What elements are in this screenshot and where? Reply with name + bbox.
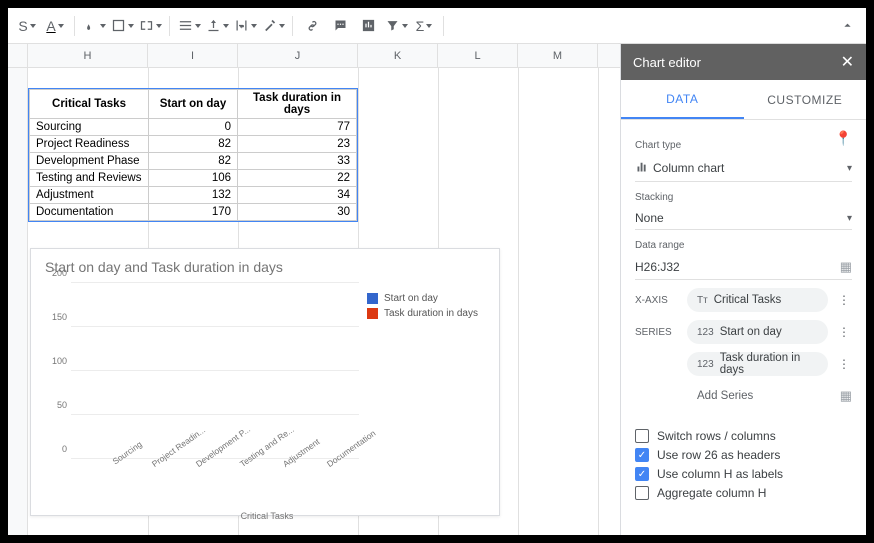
table-row[interactable]: Project Readiness8223 bbox=[30, 136, 357, 153]
chevron-down-icon: ▾ bbox=[847, 213, 852, 224]
filter-button[interactable] bbox=[383, 13, 409, 39]
strikethrough-button[interactable]: S bbox=[14, 13, 40, 39]
table-row[interactable]: Sourcing077 bbox=[30, 119, 357, 136]
panel-title: Chart editor bbox=[633, 55, 701, 70]
embedded-chart[interactable]: Start on day and Task duration in days 0… bbox=[30, 248, 500, 516]
insert-chart-button[interactable] bbox=[355, 13, 381, 39]
data-range-label: Data range bbox=[635, 240, 852, 251]
series-chip[interactable]: 123 Start on day bbox=[687, 320, 828, 344]
comment-button[interactable] bbox=[327, 13, 353, 39]
grid-icon[interactable]: ▦ bbox=[840, 259, 852, 275]
number-type-icon: 123 bbox=[697, 359, 714, 370]
switch-rows-checkbox[interactable]: Switch rows / columns bbox=[635, 429, 852, 443]
column-chart-icon bbox=[635, 159, 653, 177]
more-icon[interactable]: ⋮ bbox=[836, 357, 852, 371]
column-headers: H I J K L M bbox=[8, 44, 620, 68]
x-tick-label: Sourcing bbox=[107, 439, 161, 494]
col-head-H[interactable]: H bbox=[28, 44, 148, 67]
rotate-button[interactable] bbox=[260, 13, 286, 39]
chart-editor-panel: Chart editor ✕ DATA CUSTOMIZE Chart type… bbox=[620, 44, 866, 535]
legend-swatch bbox=[367, 293, 378, 304]
chart-legend: Start on day Task duration in days bbox=[359, 283, 489, 483]
data-range-input[interactable]: ▦ bbox=[635, 255, 852, 280]
text-color-button[interactable]: A bbox=[42, 13, 68, 39]
aggregate-checkbox[interactable]: Aggregate column H bbox=[635, 486, 852, 500]
data-table[interactable]: Critical Tasks Start on day Task duratio… bbox=[28, 88, 358, 227]
y-tick: 150 bbox=[52, 312, 67, 322]
wrap-button[interactable] bbox=[232, 13, 258, 39]
legend-swatch bbox=[367, 308, 378, 319]
use-column-labels-checkbox[interactable]: ✓Use column H as labels bbox=[635, 467, 852, 481]
more-icon[interactable]: ⋮ bbox=[836, 293, 852, 307]
y-tick: 200 bbox=[52, 268, 67, 278]
table-header: Critical Tasks bbox=[30, 90, 149, 119]
chart-type-label: Chart type bbox=[635, 140, 835, 151]
stacking-label: Stacking bbox=[635, 192, 852, 203]
chevron-down-icon: ▾ bbox=[847, 163, 852, 174]
borders-button[interactable] bbox=[109, 13, 135, 39]
col-head-I[interactable]: I bbox=[148, 44, 238, 67]
more-icon[interactable]: ⋮ bbox=[836, 325, 852, 339]
collapse-toolbar-button[interactable] bbox=[834, 13, 860, 39]
toolbar: S A Σ bbox=[8, 8, 866, 44]
table-row[interactable]: Development Phase8233 bbox=[30, 153, 357, 170]
functions-button[interactable]: Σ bbox=[411, 13, 437, 39]
y-tick: 50 bbox=[57, 400, 67, 410]
col-head-L[interactable]: L bbox=[438, 44, 518, 67]
series-chip[interactable]: 123 Task duration in days bbox=[687, 352, 828, 376]
text-type-icon: Tᴛ bbox=[697, 295, 708, 306]
table-header: Start on day bbox=[149, 90, 238, 119]
series-label: SERIES bbox=[635, 327, 679, 338]
xaxis-chip[interactable]: Tᴛ Critical Tasks bbox=[687, 288, 828, 312]
merge-button[interactable] bbox=[137, 13, 163, 39]
x-tick-label: Adjustment bbox=[281, 439, 335, 494]
y-tick: 0 bbox=[62, 444, 67, 454]
table-header: Task duration in days bbox=[238, 90, 357, 119]
align-v-button[interactable] bbox=[204, 13, 230, 39]
table-row[interactable]: Documentation17030 bbox=[30, 204, 357, 221]
chart-type-select[interactable]: Column chart ▾ bbox=[635, 155, 852, 182]
grid-icon[interactable]: ▦ bbox=[840, 388, 852, 404]
chart-title: Start on day and Task duration in days bbox=[45, 259, 489, 275]
pin-icon[interactable]: 📍 bbox=[835, 130, 852, 147]
fill-color-button[interactable] bbox=[81, 13, 107, 39]
x-tick-label: Project Readin... bbox=[150, 439, 204, 494]
use-row-headers-checkbox[interactable]: ✓Use row 26 as headers bbox=[635, 448, 852, 462]
x-tick-label: Testing and Re... bbox=[238, 439, 292, 494]
data-range-field[interactable] bbox=[635, 260, 840, 274]
xaxis-label: X-AXIS bbox=[635, 295, 679, 306]
number-type-icon: 123 bbox=[697, 327, 714, 338]
tab-customize[interactable]: CUSTOMIZE bbox=[744, 80, 867, 119]
link-button[interactable] bbox=[299, 13, 325, 39]
stacking-select[interactable]: None ▾ bbox=[635, 207, 852, 230]
panel-header: Chart editor ✕ bbox=[621, 44, 866, 80]
col-head-M[interactable]: M bbox=[518, 44, 598, 67]
x-tick-label: Development P... bbox=[194, 439, 248, 494]
close-icon[interactable]: ✕ bbox=[841, 52, 854, 72]
y-tick: 100 bbox=[52, 356, 67, 366]
x-axis-label: Critical Tasks bbox=[45, 511, 489, 521]
table-row[interactable]: Testing and Reviews10622 bbox=[30, 170, 357, 187]
add-series-button[interactable]: Add Series bbox=[687, 384, 832, 408]
tab-data[interactable]: DATA bbox=[621, 80, 744, 119]
spreadsheet-grid[interactable]: H I J K L M bbox=[8, 44, 620, 535]
align-h-button[interactable] bbox=[176, 13, 202, 39]
row-headers bbox=[8, 68, 28, 535]
table-row[interactable]: Adjustment13234 bbox=[30, 187, 357, 204]
col-head-K[interactable]: K bbox=[358, 44, 438, 67]
col-head-J[interactable]: J bbox=[238, 44, 358, 67]
